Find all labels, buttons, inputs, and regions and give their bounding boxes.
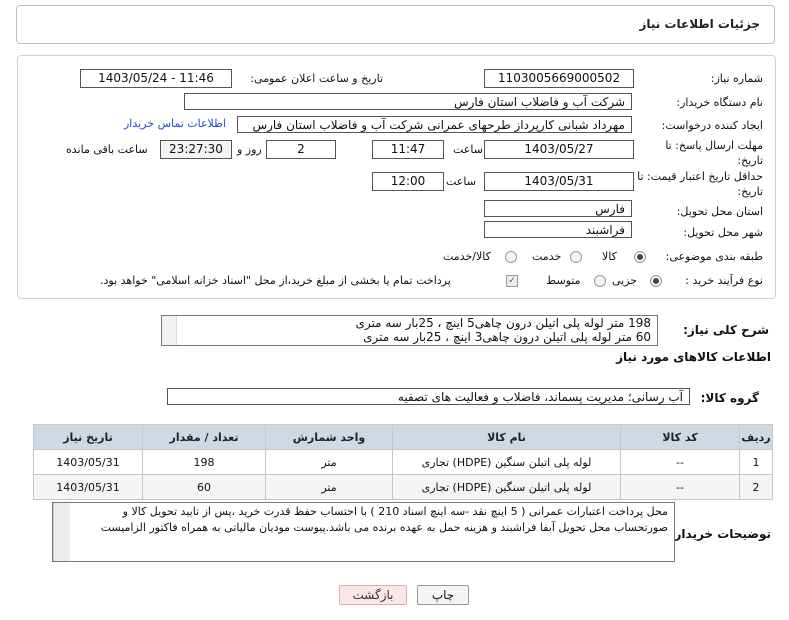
notes-scrollbar[interactable] xyxy=(53,503,70,561)
deadline-date-field: 1403/05/27 xyxy=(484,140,634,159)
col-row: ردیف xyxy=(739,424,773,450)
notes-text: محل پرداخت اعتبارات عمرانی ( 5 اینچ نقد … xyxy=(100,505,668,534)
notes-label: توضیحات خریدار: xyxy=(669,527,771,541)
validity-time-label: ساعت xyxy=(446,175,476,188)
deadline-time-label: ساعت xyxy=(453,143,483,156)
remaining-time-field: 23:27:30 xyxy=(160,140,232,159)
buyer-contact-link[interactable]: اطلاعات تماس خریدار xyxy=(124,117,226,130)
validity-label: حداقل تاریخ اعتبار قیمت: تا تاریخ: xyxy=(637,170,763,198)
validity-date-field: 1403/05/31 xyxy=(484,172,634,191)
remaining-label: ساعت باقی مانده xyxy=(66,143,148,156)
summary-label: شرح کلی نیاز: xyxy=(683,323,769,337)
row-unit: متر xyxy=(265,474,393,500)
city-label: شهر محل تحویل: xyxy=(683,226,763,239)
announce-label: تاریخ و ساعت اعلان عمومی: xyxy=(250,72,383,85)
col-date: تاریخ نیاز xyxy=(33,424,143,450)
need-number-label: شماره نیاز: xyxy=(710,72,763,85)
details-panel: جزئیات اطلاعات نیاز xyxy=(16,5,775,44)
need-number-field: 1103005669000502 xyxy=(484,69,634,88)
table-row: 2 -- لوله پلی اتیلن سنگین (HDPE) تجاری م… xyxy=(33,474,773,500)
row-code: -- xyxy=(620,449,740,475)
panel-title: جزئیات اطلاعات نیاز xyxy=(639,17,760,31)
row-qty: 198 xyxy=(142,449,266,475)
print-button[interactable]: چاپ xyxy=(417,585,469,605)
table-row: 1 -- لوله پلی اتیلن سنگین (HDPE) تجاری م… xyxy=(33,449,773,475)
treasury-note: پرداخت تمام یا بخشی از مبلغ خرید،از محل … xyxy=(100,274,451,287)
summary-scrollbar[interactable] xyxy=(162,316,177,345)
requester-label: ایجاد کننده درخواست: xyxy=(661,119,763,132)
goods-group-label: گروه کالا: xyxy=(700,391,759,405)
treasury-checkbox[interactable]: ✓ xyxy=(506,275,518,287)
days-label: روز و xyxy=(237,143,262,156)
notes-textarea[interactable]: محل پرداخت اعتبارات عمرانی ( 5 اینچ نقد … xyxy=(52,502,675,562)
days-remaining-field: 2 xyxy=(266,140,336,159)
col-unit: واحد شمارش xyxy=(265,424,393,450)
city-field: فراشبند xyxy=(484,221,632,238)
row-index: 1 xyxy=(739,449,773,475)
category-both-label: کالا/خدمت xyxy=(443,250,491,263)
category-both-radio[interactable] xyxy=(505,251,517,263)
goods-table: ردیف کد کالا نام کالا واحد شمارش تعداد /… xyxy=(33,424,773,500)
goods-group-field: آب رسانی؛ مدیریت پسماند، فاضلاب و فعالیت… xyxy=(167,388,690,405)
process-medium-label: متوسط xyxy=(546,274,581,287)
row-name: لوله پلی اتیلن سنگین (HDPE) تجاری xyxy=(392,474,621,500)
row-index: 2 xyxy=(739,474,773,500)
row-unit: متر xyxy=(265,449,393,475)
province-label: استان محل تحویل: xyxy=(676,205,763,218)
row-date: 1403/05/31 xyxy=(33,449,143,475)
process-minor-radio[interactable] xyxy=(650,275,662,287)
summary-line-2: 60 متر لوله پلی اتیلن درون چاهی3 اینچ ، … xyxy=(363,330,651,344)
deadline-label: مهلت ارسال پاسخ: تا تاریخ: xyxy=(665,139,763,167)
row-date: 1403/05/31 xyxy=(33,474,143,500)
summary-textarea[interactable]: 198 متر لوله پلی اتیلن درون چاهی5 اینچ ،… xyxy=(161,315,658,346)
row-code: -- xyxy=(620,474,740,500)
buyer-label: نام دستگاه خریدار: xyxy=(676,96,763,109)
validity-time-field: 12:00 xyxy=(372,172,444,191)
announce-field: 1403/05/24 - 11:46 xyxy=(80,69,232,88)
deadline-time-field: 11:47 xyxy=(372,140,444,159)
process-medium-radio[interactable] xyxy=(594,275,606,287)
category-goods-radio[interactable] xyxy=(634,251,646,263)
row-name: لوله پلی اتیلن سنگین (HDPE) تجاری xyxy=(392,449,621,475)
category-service-label: خدمت xyxy=(532,250,562,263)
process-label: نوع فرآیند خرید : xyxy=(685,274,763,287)
buyer-field: شرکت آب و فاضلاب استان فارس xyxy=(184,93,632,110)
back-button[interactable]: بازگشت xyxy=(339,585,407,605)
col-name: نام کالا xyxy=(392,424,621,450)
col-qty: تعداد / مقدار xyxy=(142,424,266,450)
province-field: فارس xyxy=(484,200,632,217)
row-qty: 60 xyxy=(142,474,266,500)
goods-section-title: اطلاعات کالاهای مورد نیاز xyxy=(616,350,771,364)
category-label: طبقه بندی موضوعی: xyxy=(665,250,763,263)
summary-line-1: 198 متر لوله پلی اتیلن درون چاهی5 اینچ ،… xyxy=(355,316,651,330)
col-code: کد کالا xyxy=(620,424,740,450)
category-service-radio[interactable] xyxy=(570,251,582,263)
process-minor-label: جزیی xyxy=(612,274,638,287)
requester-field: مهرداد شبانی کارپرداز طرحهای عمرانی شرکت… xyxy=(237,116,632,133)
table-header-row: ردیف کد کالا نام کالا واحد شمارش تعداد /… xyxy=(33,424,773,450)
category-goods-label: کالا xyxy=(602,250,617,263)
